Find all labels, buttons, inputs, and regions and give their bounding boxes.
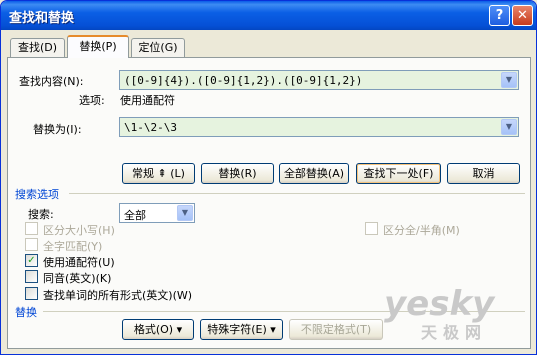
watermark-sub: 天极网 [421,323,488,342]
search-direction-label: 搜索: [28,208,54,221]
chevron-down-icon[interactable]: ▼ [501,119,517,135]
search-direction-select[interactable]: 全部 ▼ [119,203,195,223]
find-what-value: ([0-9]{4}).([0-9]{1,2}).([0-9]{1,2}) [124,74,363,87]
replace-button[interactable]: 替换(R) [201,163,274,184]
sounds-like-label: 同音(英文)(K) [43,272,112,285]
options-value: 使用通配符 [120,94,175,107]
search-options-divider [69,193,525,194]
normal-less-button[interactable]: 常规 ⇞ (L) [122,163,195,184]
options-label: 选项: [79,94,105,107]
replace-with-value: \1-\2-\3 [124,121,177,134]
checkbox-box[interactable] [25,270,38,283]
use-wildcards-label: 使用通配符(U) [43,256,115,269]
whole-word-label: 全字匹配(Y) [43,240,103,253]
checkmark-icon[interactable]: ✓ [25,254,38,267]
chevron-down-icon[interactable]: ▼ [177,205,193,221]
find-next-button[interactable]: 查找下一处(F) [356,163,441,184]
match-case-label: 区分大小写(H) [43,224,115,237]
close-button[interactable]: ✕ [512,5,533,26]
checkbox-box[interactable] [25,238,38,251]
format-button[interactable]: 格式(O) ▾ [122,319,194,340]
window-title: 查找和替换 [9,11,75,26]
replace-all-button[interactable]: 全部替换(A) [279,163,349,184]
find-replace-dialog: 查找和替换 ? ✕ 查找(D) 替换(P) 定位(G) 查找内容(N): ([0… [0,0,537,355]
special-characters-button[interactable]: 特殊字符(E) ▾ [200,319,283,340]
chevron-down-icon[interactable]: ▼ [501,72,517,88]
tab-goto[interactable]: 定位(G) [131,38,185,57]
replace-with-combobox[interactable]: \1-\2-\3 ▼ [119,117,519,137]
search-direction-value: 全部 [124,209,146,222]
watermark-logo: yesky [384,284,495,324]
no-formatting-button[interactable]: 不限定格式(T) [289,319,383,340]
match-width-label: 区分全/半角(M) [383,224,460,237]
find-what-label: 查找内容(N): [19,75,84,88]
checkbox-box[interactable] [25,287,38,300]
tab-find[interactable]: 查找(D) [10,38,65,57]
checkbox-box[interactable] [25,222,38,235]
replace-with-label: 替换为(I): [33,123,82,136]
find-what-combobox[interactable]: ([0-9]{4}).([0-9]{1,2}).([0-9]{1,2}) ▼ [119,70,519,90]
tab-replace[interactable]: 替换(P) [67,35,129,58]
all-word-forms-label: 查找单词的所有形式(英文)(W) [43,289,193,302]
title-bar[interactable]: 查找和替换 ? ✕ [1,1,536,30]
help-button[interactable]: ? [489,5,510,26]
cancel-button[interactable]: 取消 [447,163,520,184]
replace-section-title: 替换 [15,306,37,319]
checkbox-box[interactable] [365,222,378,235]
search-options-title: 搜索选项 [15,188,59,201]
